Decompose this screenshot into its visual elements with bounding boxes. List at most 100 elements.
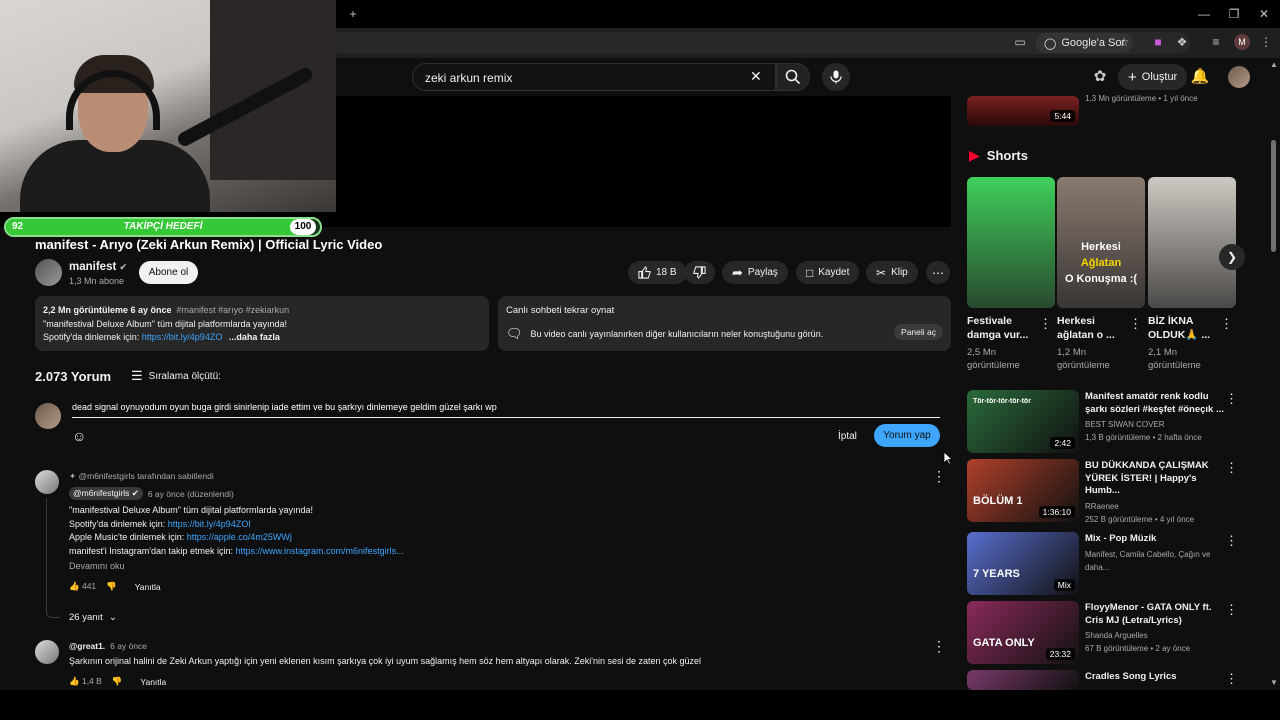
like-button[interactable]: 18 B (628, 261, 687, 284)
related-video-info[interactable]: FloyyMenor - GATA ONLY ft. Cris MJ (Letra… (1085, 602, 1225, 655)
profile-avatar[interactable]: M (1234, 34, 1250, 50)
related-video-thumbnail[interactable]: BÖLÜM 1 1:36:10 (967, 459, 1079, 522)
search-icon (785, 69, 801, 85)
voice-search-button[interactable] (822, 63, 850, 91)
short-title[interactable]: Festivale damga vur... (967, 314, 1039, 342)
comment-author[interactable]: @m6nifestgirls ✔ (69, 487, 143, 500)
show-more-link[interactable]: ...daha fazla (229, 332, 280, 342)
extension-icon[interactable]: ■ (1148, 32, 1168, 52)
live-chat-replay: Canlı sohbeti tekrar oynat 🗨 Bu video ca… (498, 296, 951, 351)
related-video-menu-icon[interactable]: ⋮ (1225, 671, 1238, 687)
related-video-menu-icon[interactable]: ⋮ (1225, 460, 1238, 476)
bookmark-star-icon[interactable]: ☆ (1114, 32, 1134, 52)
sidebar-scrollbar[interactable] (1271, 140, 1276, 252)
related-video-info[interactable]: Mix - Pop Müzik Manifest, Camila Cabello,… (1085, 533, 1225, 574)
comment-like-button[interactable]: 👍 441 (69, 581, 96, 592)
short-title[interactable]: BİZ İKNA OLDUK🙏 ... (1148, 314, 1220, 342)
clip-button[interactable]: ✂ Klip (866, 261, 918, 284)
cancel-comment-button[interactable]: İptal (832, 425, 863, 447)
account-avatar[interactable] (1228, 66, 1250, 88)
clear-search-icon[interactable]: ✕ (750, 68, 762, 85)
comment-menu-icon[interactable]: ⋮ (932, 468, 946, 485)
thumbs-down-icon[interactable]: 👎 (106, 581, 117, 592)
extensions-puzzle-icon[interactable]: ❖ (1172, 32, 1192, 52)
create-button[interactable]: + Oluştur (1118, 64, 1188, 90)
minimize-icon[interactable]: — (1194, 4, 1214, 24)
restore-icon[interactable]: ❐ (1224, 4, 1244, 24)
streamer-webcam (0, 0, 336, 212)
short-menu-icon[interactable]: ⋮ (1220, 316, 1233, 332)
related-video-info[interactable]: BU DÜKKANDA ÇALIŞMAK YÜREK İSTER! | Happy… (1085, 460, 1225, 526)
short-menu-icon[interactable]: ⋮ (1039, 316, 1052, 332)
short-thumbnail[interactable] (967, 177, 1055, 308)
show-replies-button[interactable]: 26 yanıt ⌄ (69, 612, 117, 623)
short-thumbnail[interactable]: Herkesi Ağlatan O Konuşma :( (1057, 177, 1145, 308)
related-video-thumbnail[interactable]: Tör-tör-tör-tör-tör 2:42 (967, 390, 1079, 453)
open-panel-button[interactable]: Paneli aç (894, 324, 943, 340)
microphone-icon (830, 70, 842, 84)
search-input[interactable]: zeki arkun remix (412, 63, 776, 91)
related-video-thumbnail[interactable]: GATA ONLY 23:32 (967, 601, 1079, 664)
short-views: 2,5 Mn görüntüleme (967, 346, 1020, 372)
related-video-menu-icon[interactable]: ⋮ (1225, 602, 1238, 618)
thumbs-up-icon: 👍 (69, 676, 80, 686)
reply-button[interactable]: Yanıtla (135, 582, 161, 592)
channel-avatar[interactable] (35, 259, 62, 286)
comment-menu-icon[interactable]: ⋮ (932, 638, 946, 655)
comment-avatar[interactable] (35, 640, 59, 664)
reading-list-icon[interactable]: ≡ (1206, 32, 1226, 52)
scroll-down-arrow[interactable]: ▼ (1270, 678, 1278, 687)
verified-icon: ✔ (119, 262, 128, 272)
short-views-line: görüntüleme (1057, 360, 1110, 371)
short-title-line: BİZ İKNA (1148, 315, 1194, 327)
more-actions-button[interactable]: ⋯ (926, 261, 950, 284)
video-description[interactable]: 2,2 Mn görüntüleme 6 ay önce #manifest #… (35, 296, 489, 351)
short-menu-icon[interactable]: ⋮ (1129, 316, 1142, 332)
google-lens-icon: ◯ (1044, 37, 1057, 50)
dislike-button[interactable] (684, 261, 715, 284)
description-tags[interactable]: #manifest #arıyo #zekiarkun (177, 305, 290, 315)
browser-menu-icon[interactable]: ⋮ (1256, 32, 1276, 52)
related-video-title: BU DÜKKANDA ÇALIŞMAK (1085, 460, 1209, 471)
scroll-up-arrow[interactable]: ▲ (1270, 60, 1278, 69)
close-window-icon[interactable]: ✕ (1254, 4, 1274, 24)
save-button[interactable]: □ Kaydet (796, 261, 860, 284)
comment-author[interactable]: @great1. (69, 641, 105, 651)
related-video-menu-icon[interactable]: ⋮ (1225, 391, 1238, 407)
notifications-bell-icon[interactable]: 🔔 (1190, 66, 1210, 86)
reply-button[interactable]: Yanıtla (140, 677, 166, 687)
thumbs-down-icon[interactable]: 👎 (112, 676, 123, 687)
related-video-menu-icon[interactable]: ⋮ (1225, 533, 1238, 549)
cast-icon[interactable]: ▭ (1010, 32, 1030, 52)
related-video-info[interactable]: Cradles Song Lyrics (1085, 671, 1225, 684)
comment-avatar[interactable] (35, 470, 59, 494)
comment-input[interactable]: dead signal oynuyodum oyun buga girdi si… (72, 402, 940, 418)
emoji-icon[interactable]: ☺ (72, 428, 86, 444)
short-thumbnail[interactable] (1148, 177, 1236, 308)
related-video-info[interactable]: Manifest amatör renk kodlu şarkı sözleri … (1085, 391, 1225, 444)
instagram-link[interactable]: https://www.instagram.com/m6nifestgirls.… (236, 546, 404, 556)
related-video-thumbnail[interactable] (967, 670, 1079, 690)
post-comment-button[interactable]: Yorum yap (874, 424, 940, 447)
search-button[interactable] (776, 63, 810, 91)
subscribe-button[interactable]: Abone ol (139, 261, 198, 284)
thumbs-up-icon: 👍 (69, 581, 80, 591)
comment-like-button[interactable]: 👍 1,4 B (69, 676, 102, 687)
shorts-shelf-header: ▶ Shorts (969, 147, 1028, 164)
share-button[interactable]: ➦ Paylaş (722, 261, 788, 284)
replay-title: Canlı sohbeti tekrar oynat (506, 305, 615, 316)
read-more-link[interactable]: Devamını oku (69, 561, 125, 571)
related-video-thumbnail[interactable]: 5:44 (967, 96, 1079, 126)
spotify-link[interactable]: https://bit.ly/4p94ZO (142, 332, 223, 342)
spotify-link[interactable]: https://bit.ly/4p94ZOI (168, 519, 251, 529)
new-tab-button[interactable]: + (343, 4, 363, 24)
studio-icon[interactable]: ✿ (1090, 66, 1110, 86)
related-video-thumbnail[interactable]: 7 YEARS Mix (967, 532, 1079, 595)
sort-comments-button[interactable]: ☰ Sıralama ölçütü: (131, 368, 221, 384)
channel-name[interactable]: manifest ✔ (69, 261, 127, 273)
apple-music-link[interactable]: https://apple.co/4m25WWj (187, 532, 292, 542)
short-title[interactable]: Herkesi ağlatan o ... (1057, 314, 1129, 342)
short-title-line: damga vur... (967, 329, 1029, 341)
shorts-next-button[interactable]: ❯ (1219, 244, 1245, 270)
short-title-line: ağlatan o ... (1057, 329, 1115, 341)
